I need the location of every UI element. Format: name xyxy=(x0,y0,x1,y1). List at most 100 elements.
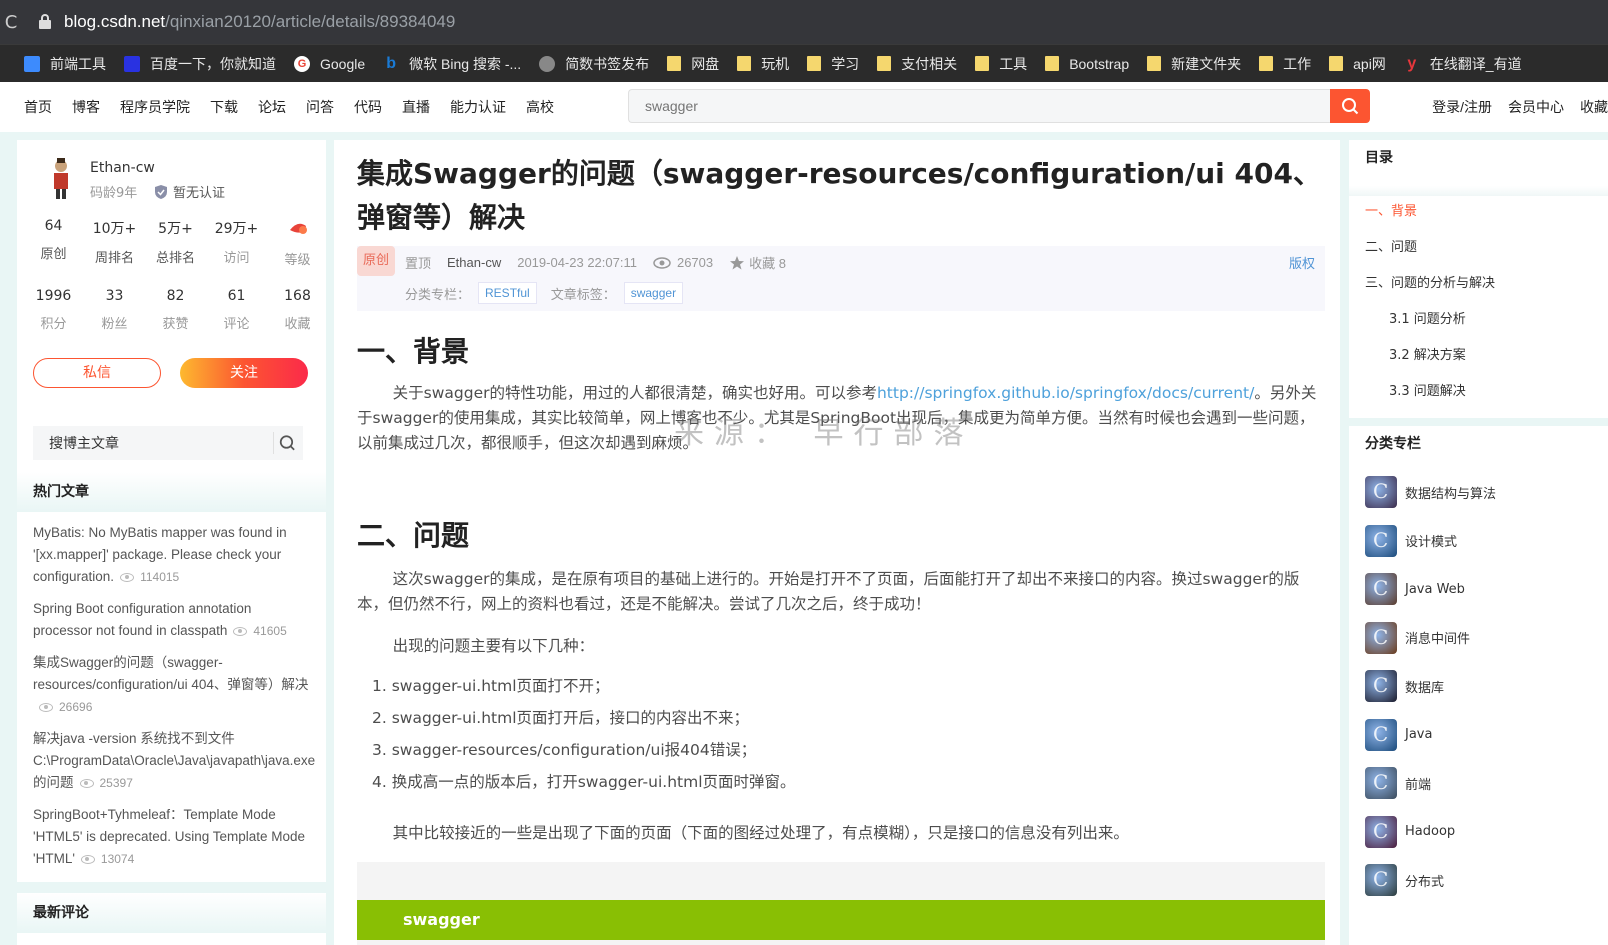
nav-link[interactable]: 代码 xyxy=(354,97,382,117)
bookmark-item[interactable]: y 在线翻译_有道 xyxy=(1404,54,1521,74)
bookmark-item[interactable]: 网盘 xyxy=(667,54,719,74)
bookmark-item[interactable]: 支付相关 xyxy=(877,54,957,74)
section-heading: 二、问题 xyxy=(357,519,470,552)
category-label: Java xyxy=(1405,727,1433,742)
hot-article-item[interactable]: SpringBoot+Tyhmeleaf：Template Mode 'HTML… xyxy=(17,804,326,870)
bookmark-item[interactable]: 百度一下，你就知道 xyxy=(124,54,276,74)
stat-2[interactable]: 82 获赞 xyxy=(147,288,204,332)
copyright-link[interactable]: 版权 xyxy=(1289,253,1315,272)
nav-link[interactable]: 问答 xyxy=(306,97,334,117)
bookmark-item[interactable]: 工作 xyxy=(1259,54,1311,74)
stat-value: 61 xyxy=(227,288,246,304)
nav-link[interactable]: 程序员学院 xyxy=(120,97,190,117)
stat-0[interactable]: 64 原创 xyxy=(25,218,82,268)
bookmark-item[interactable]: Bootstrap xyxy=(1045,56,1129,72)
bookmark-item[interactable]: 简数书签发布 xyxy=(539,54,649,74)
bookmark-item[interactable]: 学习 xyxy=(807,54,859,74)
reload-icon[interactable]: C xyxy=(0,12,22,33)
nav-link[interactable]: 下载 xyxy=(210,97,238,117)
site-search-button[interactable] xyxy=(1330,89,1370,123)
toc-item[interactable]: 一、背景 xyxy=(1348,192,1608,224)
stat-value: 64 xyxy=(44,218,63,234)
nav-link[interactable]: 首页 xyxy=(24,97,52,117)
category-item[interactable]: 设计模式 xyxy=(1365,524,1458,557)
nav-link[interactable]: 论坛 xyxy=(258,97,286,117)
youdao-icon: y xyxy=(1407,54,1417,72)
nav-link[interactable]: 直播 xyxy=(402,97,430,117)
nav-right-link[interactable]: 收藏 xyxy=(1580,97,1608,117)
category-label: 数据结构与算法 xyxy=(1405,486,1497,502)
toc-item[interactable]: 二、问题 xyxy=(1365,236,1417,255)
stat-1[interactable]: 10万+ 周排名 xyxy=(86,218,143,268)
site-search-input[interactable] xyxy=(629,90,1330,122)
watermark: 来源： 早行部落 xyxy=(674,416,974,451)
table-of-contents: 目录 一、背景 二、问题 三、问题的分析与解决 3.1 问题分析 3.2 解决方案 3.3… xyxy=(1348,140,1608,418)
category-item[interactable]: 前端 xyxy=(1365,767,1431,799)
category-item[interactable]: Hadoop xyxy=(1365,815,1455,848)
bookmark-item[interactable]: 前端工具 xyxy=(24,54,106,74)
category-item[interactable]: Java Web xyxy=(1365,573,1465,605)
search-icon xyxy=(1342,98,1359,115)
bookmark-item[interactable]: 玩机 xyxy=(737,54,789,74)
private-message-button[interactable]: 私信 xyxy=(33,358,161,388)
nav-right-link[interactable]: 登录/注册 xyxy=(1432,97,1492,117)
stat-3[interactable]: 61 评论 xyxy=(208,288,265,332)
column-tag[interactable]: RESTful xyxy=(478,282,537,304)
stat-label: 原创 xyxy=(40,247,67,262)
stat-4[interactable]: 等级 xyxy=(269,218,326,268)
stat-3[interactable]: 29万+ 访问 xyxy=(208,218,265,268)
search-icon[interactable] xyxy=(273,432,297,454)
address-field[interactable]: blog.csdn.net/qinxian20120/article/detai… xyxy=(64,12,455,32)
docs-link[interactable]: http://springfox.github.io/springfox/doc… xyxy=(877,384,1254,402)
category-item[interactable]: 数据结构与算法 xyxy=(1365,476,1496,508)
stat-4[interactable]: 168 收藏 xyxy=(269,288,326,332)
category-label: Java Web xyxy=(1405,581,1465,597)
article-author[interactable]: Ethan-cw xyxy=(447,255,501,270)
nav-link[interactable]: 高校 xyxy=(526,97,554,117)
folder-icon xyxy=(667,56,682,71)
stat-value: 29万+ xyxy=(214,221,259,237)
toc-item[interactable]: 三、问题的分析与解决 xyxy=(1365,272,1495,291)
folder-icon xyxy=(1259,56,1274,71)
avatar[interactable] xyxy=(47,158,75,200)
nav-link[interactable]: 博客 xyxy=(72,97,100,117)
bookmark-item[interactable]: b 微软 Bing 搜索 -... xyxy=(383,54,521,74)
stat-label: 周排名 xyxy=(94,251,134,266)
favorite-count[interactable]: 收藏 8 xyxy=(749,253,786,272)
stat-0[interactable]: 1996 积分 xyxy=(25,288,82,332)
site-search-box xyxy=(628,89,1330,123)
stat-label: 等级 xyxy=(284,253,311,268)
nav-right-link[interactable]: 会员中心 xyxy=(1508,97,1564,117)
category-label: 设计模式 xyxy=(1405,535,1458,550)
toc-item[interactable]: 3.1 问题分析 xyxy=(1389,308,1466,327)
category-item[interactable]: 消息中间件 xyxy=(1365,621,1470,654)
nav-link[interactable]: 能力认证 xyxy=(450,97,506,117)
bookmark-item[interactable]: 工具 xyxy=(975,54,1027,74)
follow-button[interactable]: 关注 xyxy=(180,358,308,388)
category-thumbnail xyxy=(1365,670,1397,702)
shield-icon xyxy=(155,184,167,199)
toc-item[interactable]: 3.3 问题解决 xyxy=(1389,380,1466,399)
category-item[interactable]: 分布式 xyxy=(1365,864,1444,896)
hot-article-item[interactable]: 解决java -version 系统找不到文件C:\ProgramData\Or… xyxy=(17,728,326,794)
author-name[interactable]: Ethan-cw xyxy=(90,160,155,176)
author-search-input[interactable] xyxy=(33,426,263,460)
hot-article-item[interactable]: MyBatis: No MyBatis mapper was found in … xyxy=(17,522,326,588)
hot-article-item[interactable]: 集成Swagger的问题（swagger-resources/configura… xyxy=(17,652,326,718)
category-item[interactable]: Java xyxy=(1365,718,1433,751)
toc-item[interactable]: 3.2 解决方案 xyxy=(1389,344,1466,363)
latest-comments-panel: 最新评论 xyxy=(17,893,326,945)
bookmark-item[interactable]: G Google xyxy=(294,55,365,72)
hot-article-item[interactable]: Spring Boot configuration annotation pro… xyxy=(17,598,326,642)
hot-articles-title: 热门文章 xyxy=(17,472,326,512)
stat-2[interactable]: 5万+ 总排名 xyxy=(147,218,204,268)
bookmark-item[interactable]: api网 xyxy=(1329,54,1386,74)
bookmark-item[interactable]: 新建文件夹 xyxy=(1147,54,1241,74)
issue-item: 2. swagger-ui.html页面打开后，接口的内容出不来； xyxy=(372,709,750,727)
category-item[interactable]: 数据库 xyxy=(1365,670,1444,702)
star-icon[interactable] xyxy=(729,255,745,271)
lock-icon[interactable] xyxy=(38,14,52,30)
article-tag[interactable]: swagger xyxy=(623,282,684,304)
stat-1[interactable]: 33 粉丝 xyxy=(86,288,143,332)
eye-icon xyxy=(39,702,53,712)
